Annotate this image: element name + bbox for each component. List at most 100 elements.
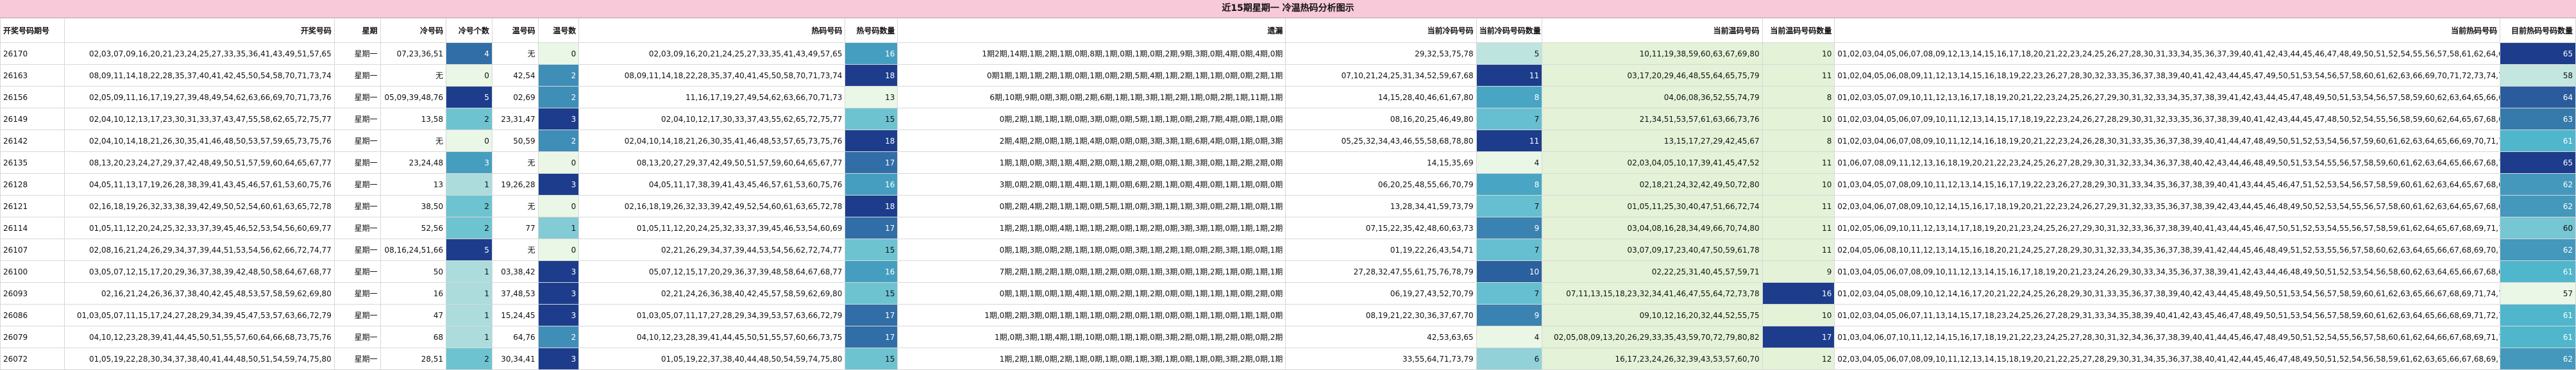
col-header-cur-warm-count[interactable]: 当前温码号码数量 xyxy=(1762,18,1835,43)
cold-numbers-cell[interactable]: 28,51 xyxy=(380,348,447,370)
current-cold-cell[interactable]: 01,19,22,26,43,54,71 xyxy=(1285,239,1477,261)
draw-numbers-cell[interactable]: 02,04,10,12,13,17,23,30,31,33,37,43,47,5… xyxy=(64,108,335,130)
cold-numbers-cell[interactable]: 05,09,39,48,76 xyxy=(380,86,447,108)
warm-count-cell[interactable]: 0 xyxy=(537,195,580,217)
table-row[interactable]: 26128 04,05,11,13,17,19,26,28,38,39,41,43… xyxy=(0,173,2576,196)
table-row[interactable]: 26093 02,16,21,24,26,36,37,38,40,42,45,48… xyxy=(0,282,2576,305)
current-cold-count-cell[interactable]: 4 xyxy=(1476,326,1543,348)
current-cold-count-cell[interactable]: 10 xyxy=(1476,260,1543,283)
col-header-cur-cold[interactable]: 当前冷码号码 xyxy=(1285,18,1477,43)
cold-numbers-cell[interactable]: 08,16,24,51,66 xyxy=(380,239,447,261)
table-row[interactable]: 26156 02,05,09,11,16,17,19,27,39,48,49,54… xyxy=(0,86,2576,108)
current-warm-cell[interactable]: 01,05,11,25,30,40,47,51,66,72,74 xyxy=(1542,195,1763,217)
weekday-cell[interactable]: 星期一 xyxy=(333,86,381,108)
hot-count-cell[interactable]: 16 xyxy=(845,42,898,65)
current-cold-count-cell[interactable]: 8 xyxy=(1476,173,1543,196)
warm-count-cell[interactable]: 3 xyxy=(537,173,580,196)
cold-numbers-cell[interactable]: 无 xyxy=(380,64,447,87)
draw-numbers-cell[interactable]: 02,08,16,21,24,26,29,34,37,39,44,51,53,5… xyxy=(64,239,335,261)
table-row[interactable]: 26079 04,10,12,23,28,39,41,44,45,50,51,55… xyxy=(0,326,2576,348)
current-hot-count-cell[interactable]: 63 xyxy=(2499,108,2576,130)
table-row[interactable]: 26121 02,16,18,19,26,32,33,38,39,42,49,50… xyxy=(0,195,2576,217)
hot-numbers-cell[interactable]: 05,07,12,15,17,20,29,36,37,39,48,58,64,6… xyxy=(578,260,846,283)
hot-numbers-cell[interactable]: 11,16,17,19,27,49,54,62,63,66,70,71,73 xyxy=(578,86,846,108)
hot-count-cell[interactable]: 15 xyxy=(845,239,898,261)
current-warm-count-cell[interactable]: 8 xyxy=(1762,86,1835,108)
col-header-cur-warm[interactable]: 当前温码号码 xyxy=(1542,18,1763,43)
cold-numbers-cell[interactable]: 16 xyxy=(380,282,447,305)
weekday-cell[interactable]: 星期一 xyxy=(333,304,381,326)
cold-numbers-cell[interactable]: 68 xyxy=(380,326,447,348)
hot-count-cell[interactable]: 17 xyxy=(845,304,898,326)
current-cold-cell[interactable]: 07,15,22,35,42,48,60,63,73 xyxy=(1285,217,1477,239)
weekday-cell[interactable]: 星期一 xyxy=(333,260,381,283)
weekday-cell[interactable]: 星期一 xyxy=(333,42,381,65)
hot-numbers-cell[interactable]: 04,05,11,17,38,39,41,43,45,46,57,61,53,6… xyxy=(578,173,846,196)
draw-numbers-cell[interactable]: 01,05,11,12,20,24,25,32,33,37,39,45,46,5… xyxy=(64,217,335,239)
current-cold-cell[interactable]: 05,25,32,34,43,46,55,58,68,78,80 xyxy=(1285,130,1477,152)
col-header-miss[interactable]: 遗漏 xyxy=(897,18,1286,43)
current-cold-cell[interactable]: 07,10,21,24,25,31,34,52,59,67,68 xyxy=(1285,64,1477,87)
cold-numbers-cell[interactable]: 07,23,36,51 xyxy=(380,42,447,65)
cold-count-cell[interactable]: 1 xyxy=(446,260,492,283)
cold-count-cell[interactable]: 3 xyxy=(446,151,492,174)
draw-numbers-cell[interactable]: 04,10,12,23,28,39,41,44,45,50,51,55,57,6… xyxy=(64,326,335,348)
current-hot-cell[interactable]: 01,03,04,05,06,07,08,09,10,11,12,13,14,1… xyxy=(1834,260,2500,283)
draw-numbers-cell[interactable]: 04,05,11,13,17,19,26,28,38,39,41,43,45,4… xyxy=(64,173,335,196)
current-warm-count-cell[interactable]: 11 xyxy=(1762,151,1835,174)
warm-numbers-cell[interactable]: 无 xyxy=(491,239,539,261)
hot-numbers-cell[interactable]: 02,21,24,26,36,38,40,42,45,57,58,59,62,6… xyxy=(578,282,846,305)
warm-numbers-cell[interactable]: 64,76 xyxy=(491,326,539,348)
current-warm-cell[interactable]: 02,03,04,05,10,17,39,41,45,47,52 xyxy=(1542,151,1763,174)
warm-numbers-cell[interactable]: 50,59 xyxy=(491,130,539,152)
current-cold-cell[interactable]: 06,19,27,43,52,70,79 xyxy=(1285,282,1477,305)
col-header-warm[interactable]: 温号码 xyxy=(491,18,539,43)
hot-count-cell[interactable]: 16 xyxy=(845,260,898,283)
table-row[interactable]: 26142 02,04,10,14,18,21,26,30,35,41,46,48… xyxy=(0,130,2576,152)
draw-numbers-cell[interactable]: 02,16,18,19,26,32,33,38,39,42,49,50,52,5… xyxy=(64,195,335,217)
current-warm-count-cell[interactable]: 11 xyxy=(1762,217,1835,239)
current-warm-cell[interactable]: 04,06,08,36,52,55,74,79 xyxy=(1542,86,1763,108)
col-header-cur-hot[interactable]: 当前热码号码 xyxy=(1834,18,2500,43)
current-cold-count-cell[interactable]: 11 xyxy=(1476,130,1543,152)
cold-count-cell[interactable]: 1 xyxy=(446,173,492,196)
current-hot-count-cell[interactable]: 61 xyxy=(2499,130,2576,152)
warm-numbers-cell[interactable]: 23,31,47 xyxy=(491,108,539,130)
current-warm-count-cell[interactable]: 10 xyxy=(1762,108,1835,130)
draw-numbers-cell[interactable]: 02,03,07,09,16,20,21,23,24,25,27,33,35,3… xyxy=(64,42,335,65)
col-header-period[interactable]: 开奖号码期号 xyxy=(0,18,65,43)
current-hot-cell[interactable]: 01,06,07,08,09,11,12,13,16,18,19,20,21,2… xyxy=(1834,151,2500,174)
warm-count-cell[interactable]: 3 xyxy=(537,260,580,283)
hot-numbers-cell[interactable]: 01,05,19,22,37,38,40,44,48,50,54,59,74,7… xyxy=(578,348,846,370)
current-hot-cell[interactable]: 01,02,05,06,09,10,11,12,13,14,17,18,19,2… xyxy=(1834,217,2500,239)
cold-count-cell[interactable]: 2 xyxy=(446,217,492,239)
cold-numbers-cell[interactable]: 50 xyxy=(380,260,447,283)
hot-numbers-cell[interactable]: 01,03,05,07,11,17,27,28,29,34,39,53,57,6… xyxy=(578,304,846,326)
hot-count-cell[interactable]: 16 xyxy=(845,173,898,196)
current-hot-cell[interactable]: 01,02,03,04,06,07,08,09,10,11,12,14,16,1… xyxy=(1834,130,2500,152)
draw-numbers-cell[interactable]: 08,09,11,14,18,22,28,35,37,40,41,42,45,5… xyxy=(64,64,335,87)
miss-cell[interactable]: 0期,2期,4期,2期,1期,1期,0期,5期,1期,0期,3期,1期,1期,3… xyxy=(897,195,1286,217)
warm-count-cell[interactable]: 1 xyxy=(537,217,580,239)
current-warm-count-cell[interactable]: 11 xyxy=(1762,239,1835,261)
col-header-cur-hot-count[interactable]: 目前热码号码数量 xyxy=(2499,18,2576,43)
hot-numbers-cell[interactable]: 02,04,10,14,18,21,26,30,35,41,46,48,53,5… xyxy=(578,130,846,152)
current-hot-count-cell[interactable]: 61 xyxy=(2499,260,2576,283)
current-hot-count-cell[interactable]: 61 xyxy=(2499,304,2576,326)
cold-numbers-cell[interactable]: 无 xyxy=(380,130,447,152)
hot-count-cell[interactable]: 17 xyxy=(845,217,898,239)
current-cold-count-cell[interactable]: 5 xyxy=(1476,42,1543,65)
miss-cell[interactable]: 1期2期,14期,1期,2期,1期,0期,8期,1期,0期,1期,0期,2期,9… xyxy=(897,42,1286,65)
draw-numbers-cell[interactable]: 03,05,07,12,15,17,20,29,36,37,38,39,42,4… xyxy=(64,260,335,283)
current-hot-count-cell[interactable]: 64 xyxy=(2499,86,2576,108)
miss-cell[interactable]: 2期,4期,2期,0期,1期,1期,4期,0期,0期,0期,3期,3期,1期,6… xyxy=(897,130,1286,152)
col-header-draw-numbers[interactable]: 开奖号码 xyxy=(64,18,335,43)
col-header-warm-count[interactable]: 温号数 xyxy=(537,18,580,43)
table-row[interactable]: 26114 01,05,11,12,20,24,25,32,33,37,39,45… xyxy=(0,217,2576,239)
current-hot-cell[interactable]: 01,02,03,04,05,06,07,09,10,11,12,13,14,1… xyxy=(1834,108,2500,130)
current-warm-cell[interactable]: 13,15,17,27,29,42,45,67 xyxy=(1542,130,1763,152)
current-warm-count-cell[interactable]: 8 xyxy=(1762,130,1835,152)
warm-numbers-cell[interactable]: 77 xyxy=(491,217,539,239)
hot-numbers-cell[interactable]: 02,03,09,16,20,21,24,25,27,33,35,41,43,4… xyxy=(578,42,846,65)
current-hot-count-cell[interactable]: 62 xyxy=(2499,348,2576,370)
